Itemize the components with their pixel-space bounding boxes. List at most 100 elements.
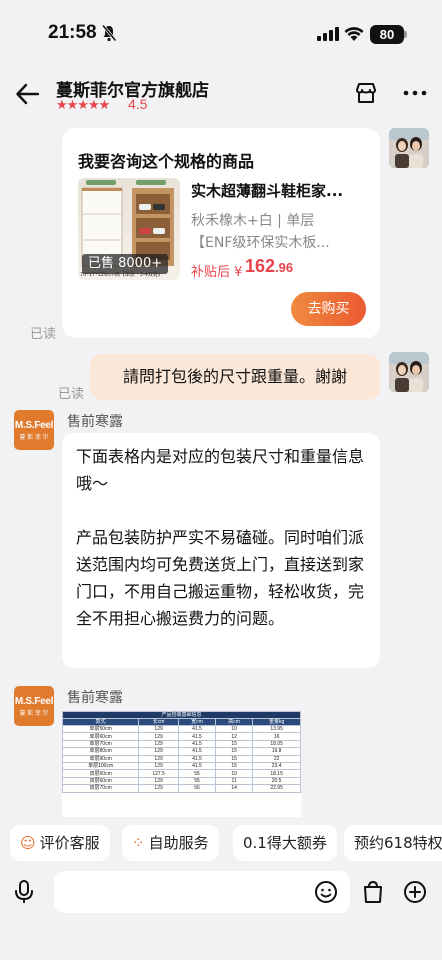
table-cell: 41.5 [177, 724, 217, 734]
table-cell: 129 [138, 724, 179, 734]
table-title: 产品包装基础信息 [62, 711, 301, 719]
table-cell: 单层100cm [62, 761, 140, 771]
table-row: 单层50cm 129 41.5 10 13.95 [62, 724, 301, 734]
table-header-cell: 宽cm [177, 718, 217, 726]
agent-avatar-logo: M.S.Feel [14, 696, 54, 707]
table-cell: 14 [215, 784, 254, 793]
table-cell: 22.95 [252, 784, 301, 793]
table-cell: 11 [215, 776, 254, 786]
signal-icon [317, 27, 339, 41]
buy-button[interactable]: 去购买 [291, 292, 366, 326]
table-cell: 15 [215, 754, 254, 763]
bell-slash-icon [101, 24, 117, 42]
table-cell: 20.5 [252, 776, 301, 786]
product-dimension-caption: 70*17*126cm高【单层 · 3-4双鞋】 [80, 272, 163, 278]
table-cell: 单层50cm [62, 724, 140, 734]
table-cell: 56 [177, 784, 217, 793]
product-spec: 秋禾橡木+白 | 单层 [191, 213, 315, 229]
table-cell: 19.8 [252, 747, 301, 756]
table-cell: 129 [138, 761, 179, 771]
table-cell: 22 [252, 754, 301, 763]
chip-label: 预约618特权 [354, 834, 442, 852]
table-row: 双层70cm 129 56 14 22.95 [62, 784, 301, 793]
chip-label: 0.1得大额券 [243, 834, 327, 852]
table-cell: 双层50cm [62, 769, 140, 778]
table-cell: 41.5 [177, 754, 217, 763]
table-cell: 41.5 [177, 739, 217, 749]
smile-icon: ☺ [20, 834, 36, 852]
table-row: 单层80cm 129 41.5 15 19.8 [62, 747, 301, 756]
table-cell: 双层70cm [62, 784, 140, 793]
emoji-icon[interactable] [314, 880, 338, 904]
table-cell: 单层90cm [62, 754, 140, 763]
table-body: 单层50cm 129 41.5 10 13.95 单层60cm 129 41.5 12 16 单层7… [62, 724, 301, 793]
more-options-icon[interactable] [402, 81, 428, 105]
read-receipt: 已读 [58, 387, 85, 402]
table-cell: 41.5 [177, 732, 217, 741]
microphone-icon[interactable] [13, 878, 35, 906]
user-message-bubble[interactable]: 請問打包後的尺寸跟重量。謝謝 [90, 354, 380, 400]
table-cell: 129 [138, 747, 179, 756]
table-header-cell: 重量kg [252, 718, 301, 726]
user-avatar[interactable] [389, 128, 429, 168]
store-icon[interactable] [354, 81, 378, 105]
table-cell: 55 [177, 776, 217, 786]
table-cell: 41.5 [177, 747, 217, 756]
table-row: 双层60cm 129 55 11 20.5 [62, 776, 301, 786]
price-currency: ¥ [234, 265, 243, 280]
table-cell: 10 [215, 769, 254, 778]
package-info-table-image[interactable]: 产品包装基础信息 款式 长cm 宽cm 高cm 重量kg 单层50cm 129 41.5 10… [62, 711, 301, 817]
price-label-text: 补贴后 [191, 265, 231, 280]
table-row: 单层70cm 129 41.5 15 18.05 [62, 739, 301, 749]
agent-avatar-logo: M.S.Feel [14, 420, 54, 431]
table-cell: 18.05 [252, 739, 301, 749]
product-card-title: 我要咨询这个规格的商品 [78, 152, 255, 171]
message-input[interactable] [54, 871, 350, 913]
table-cell: 129 [138, 732, 179, 741]
wifi-icon [344, 27, 364, 41]
agent-avatar[interactable]: M.S.Feel 蔓 斯 菲 尔 [14, 410, 54, 450]
agent-message-line: 产品包装防护严实不易磕碰。同时咱们派送范围内均可免费送货上门，直接送到家门口，不… [76, 528, 365, 628]
table-cell: 单层60cm [62, 732, 140, 741]
chip-618-reserve[interactable]: 预约618特权 [344, 825, 442, 861]
battery-indicator: 80 [370, 25, 404, 44]
product-name[interactable]: 实木超薄翻斗鞋柜家... [191, 180, 371, 201]
table-cell: 单层80cm [62, 747, 140, 756]
agent-name: 售前寒露 [67, 690, 123, 706]
agent-avatar-sub: 蔓 斯 菲 尔 [19, 711, 49, 717]
grid-icon: ⁘ [132, 834, 145, 852]
user-avatar[interactable] [389, 352, 429, 392]
table-cell: 15 [215, 747, 254, 756]
table-row: 单层90cm 129 41.5 15 22 [62, 754, 301, 763]
chip-self-service[interactable]: ⁘ 自助服务 [122, 825, 219, 861]
table-cell: 41.5 [177, 761, 217, 771]
table-header-cell: 款式 [62, 718, 140, 726]
agent-message-line: 下面表格内是对应的包装尺寸和重量信息哦～ [76, 447, 365, 493]
table-row: 双层50cm 127.5 55 10 18.15 [62, 769, 301, 778]
shopping-bag-icon[interactable] [361, 879, 385, 905]
table-cell: 129 [138, 754, 179, 763]
agent-message-bubble[interactable]: 下面表格内是对应的包装尺寸和重量信息哦～ 产品包装防护严实不易磕碰。同时咱们派送… [62, 433, 380, 668]
table-cell: 10 [215, 724, 254, 734]
rating-stars: ★★★★★ [56, 98, 110, 113]
agent-avatar-sub: 蔓 斯 菲 尔 [19, 435, 49, 441]
read-receipt: 已读 [30, 327, 57, 342]
table-cell: 55 [177, 769, 217, 778]
plus-circle-icon[interactable] [403, 880, 427, 904]
table-row: 单层60cm 129 41.5 12 16 [62, 732, 301, 741]
chip-label: 自助服务 [148, 834, 209, 852]
agent-name: 售前寒露 [67, 414, 123, 430]
product-description: 【ENF级环保实木板... [191, 235, 330, 251]
chip-coupon[interactable]: 0.1得大额券 [233, 825, 337, 861]
chip-rate-service[interactable]: ☺ 评价客服 [10, 825, 110, 861]
back-arrow-icon[interactable] [14, 80, 42, 108]
table-cell: 129 [138, 739, 179, 749]
chip-label: 评价客服 [39, 834, 100, 852]
table-cell: 16 [252, 732, 301, 741]
price-decimal: .96 [275, 260, 294, 275]
product-price: 162.96 [245, 256, 293, 277]
table-row: 单层100cm 129 41.5 15 23.4 [62, 761, 301, 771]
agent-avatar[interactable]: M.S.Feel 蔓 斯 菲 尔 [14, 686, 54, 726]
table-cell: 15 [215, 739, 254, 749]
table-header-row: 款式 长cm 宽cm 高cm 重量kg [62, 718, 301, 726]
